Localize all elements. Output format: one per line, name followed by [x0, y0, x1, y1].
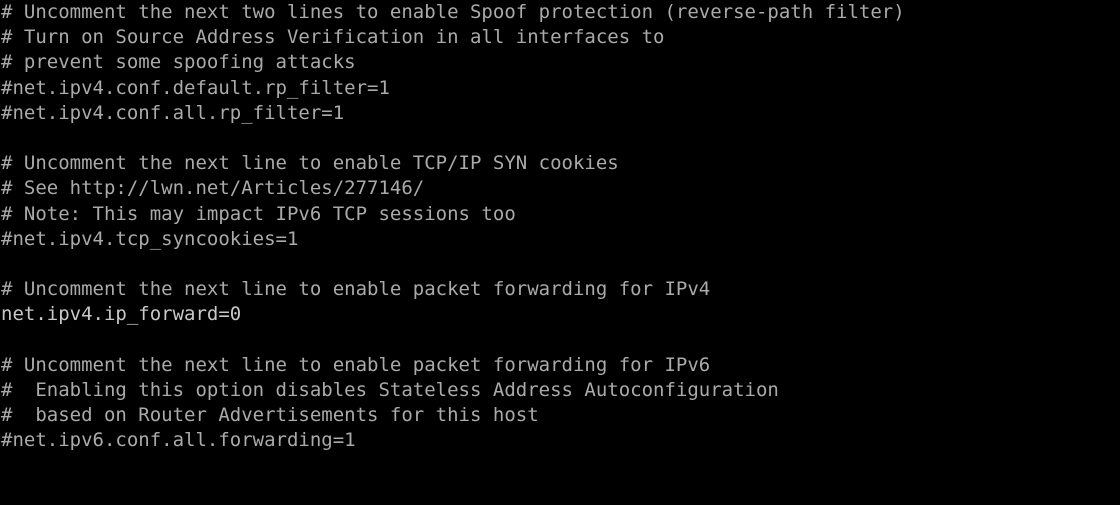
- text-line: # Turn on Source Address Verification in…: [1, 26, 665, 49]
- text-line: # prevent some spoofing attacks: [1, 51, 356, 74]
- text-line: # based on Router Advertisements for thi…: [1, 404, 539, 426]
- text-line: # Enabling this option disables Stateles…: [1, 378, 779, 401]
- file-content[interactable]: # Uncomment the next two lines to enable…: [1, 0, 905, 453]
- text-line: # Uncomment the next line to enable pack…: [1, 278, 711, 301]
- text-line: #net.ipv4.tcp_syncookies=1: [1, 227, 299, 250]
- text-line: #net.ipv6.conf.all.forwarding=1: [1, 429, 356, 452]
- text-line: #net.ipv4.conf.default.rp_filter=1: [1, 76, 390, 99]
- text-line: # Uncomment the next line to enable pack…: [1, 353, 711, 376]
- text-line: #net.ipv4.conf.all.rp_filter=1: [1, 101, 345, 124]
- text-line: # Uncomment the next two lines to enable…: [1, 1, 905, 23]
- text-line: # Uncomment the next line to enable TCP/…: [1, 152, 619, 175]
- text-line: # See http://lwn.net/Articles/277146/: [1, 177, 425, 200]
- text-line: # Note: This may impact IPv6 TCP session…: [1, 202, 516, 225]
- ip-forward-setting-line: net.ipv4.ip_forward=0: [1, 303, 242, 326]
- terminal-window[interactable]: # Uncomment the next two lines to enable…: [0, 0, 1120, 505]
